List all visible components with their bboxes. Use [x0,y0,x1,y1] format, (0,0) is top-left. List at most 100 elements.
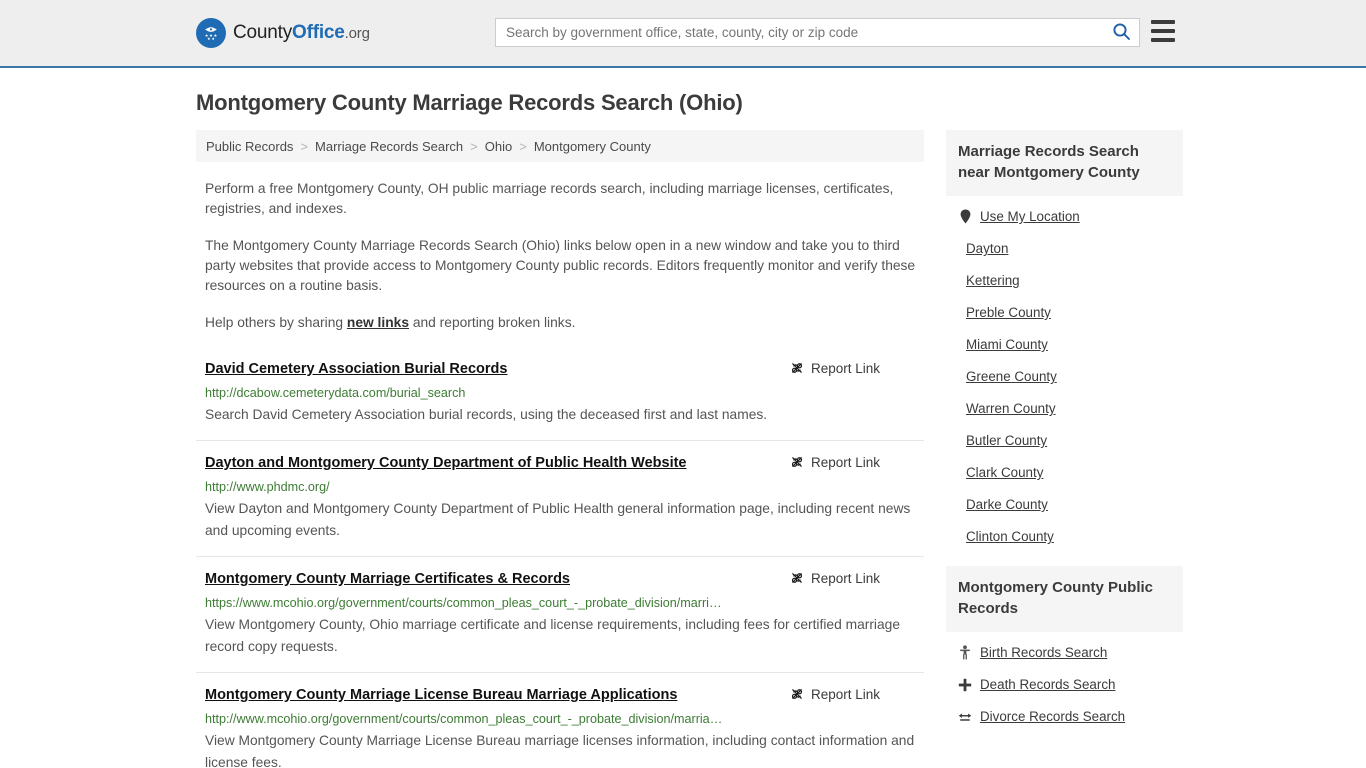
sidebar-card-nearby: Marriage Records Search near Montgomery … [946,130,1183,552]
broken-link-icon [790,570,804,586]
sidebar-list-item[interactable]: Kettering [946,264,1183,296]
result-item: Montgomery County Marriage Certificates … [196,556,924,672]
sidebar-list-item[interactable]: Death Records Search [946,668,1183,700]
cross-icon [958,678,972,692]
result-item: David Cemetery Association Burial Record… [196,355,924,440]
sidebar-list-item[interactable]: Darke County [946,488,1183,520]
report-link-button[interactable]: Report Link [790,686,915,702]
sidebar-list-item[interactable]: Preble County [946,296,1183,328]
sidebar-card-public-records-title: Montgomery County Public Records [946,566,1183,632]
search-icon [1112,22,1131,44]
sidebar: Marriage Records Search near Montgomery … [946,130,1183,732]
report-link-label: Report Link [810,570,880,586]
sidebar-card-nearby-list: Use My Location Dayton Kettering Preble Cou… [946,196,1183,552]
result-item: Montgomery County Marriage License Burea… [196,672,924,768]
result-description: View Dayton and Montgomery County Depart… [205,501,911,538]
breadcrumb: Public Records > Marriage Records Search > O… [196,130,924,162]
intro-paragraph-2: The Montgomery County Marriage Records S… [205,238,916,293]
hamburger-bar [1151,29,1175,33]
sidebar-list-item[interactable]: Greene County [946,360,1183,392]
result-description: Search David Cemetery Association burial… [205,407,768,422]
eagle-seal-icon [196,18,226,48]
result-header: David Cemetery Association Burial Record… [205,359,915,379]
result-title-link[interactable]: Dayton and Montgomery County Department … [205,453,687,473]
result-description: View Montgomery County Marriage License … [205,733,915,768]
intro-paragraph-1: Perform a free Montgomery County, OH pub… [205,181,894,216]
result-url: http://dcabow.cemeterydata.com/burial_se… [205,386,466,400]
result-header: Dayton and Montgomery County Department … [205,453,915,473]
intro-paragraph-3: Help others by sharing new links and rep… [196,313,924,333]
split-arrows-icon [958,711,972,723]
intro-text: Perform a free Montgomery County, OH pub… [196,179,924,333]
breadcrumb-item[interactable]: Marriage Records Search [315,139,463,154]
sidebar-list-item-link[interactable]: Clark County [966,465,1043,480]
sidebar-list-item[interactable]: Butler County [946,424,1183,456]
brand-part-office: Office [292,22,345,43]
sidebar-list-item-link[interactable]: Death Records Search [980,677,1115,692]
sidebar-list-item-link[interactable]: Butler County [966,433,1047,448]
results-list: David Cemetery Association Burial Record… [196,355,924,768]
sidebar-card-nearby-title: Marriage Records Search near Montgomery … [946,130,1183,196]
page-title: Montgomery County Marriage Records Searc… [196,90,743,115]
breadcrumb-item[interactable]: Public Records [206,139,293,154]
sidebar-list-item-link[interactable]: Miami County [966,337,1048,352]
sidebar-list-item[interactable]: Clark County [946,456,1183,488]
search-bar[interactable] [495,18,1140,47]
sidebar-list-item-link[interactable]: Warren County [966,401,1056,416]
sidebar-list-item[interactable]: Dayton [946,232,1183,264]
search-button[interactable] [1103,19,1139,46]
sidebar-list-item-link[interactable]: Preble County [966,305,1051,320]
report-link-label: Report Link [810,360,880,376]
new-links-link[interactable]: new links [347,315,409,330]
sidebar-list-item[interactable]: Use My Location [946,200,1183,232]
report-link-button[interactable]: Report Link [790,360,915,376]
breadcrumb-item: Montgomery County [533,138,651,154]
result-title-link[interactable]: David Cemetery Association Burial Record… [205,359,507,379]
brand-part-org: .org [344,25,370,42]
sidebar-list-item-link[interactable]: Kettering [966,273,1020,288]
broken-link-icon [790,686,804,702]
report-link-button[interactable]: Report Link [790,570,915,586]
search-input[interactable] [496,19,1103,46]
sidebar-list-item[interactable]: Birth Records Search [946,636,1183,668]
result-header: Montgomery County Marriage Certificates … [205,569,915,589]
report-link-label: Report Link [810,454,880,470]
sidebar-list-item-link[interactable]: Dayton [966,241,1008,256]
main-column: Public Records > Marriage Records Search > O… [196,130,924,768]
sidebar-list-item[interactable]: Divorce Records Search [946,700,1183,732]
site-logo[interactable]: CountyOffice.org [196,18,370,48]
sidebar-list-item-link[interactable]: Darke County [966,497,1048,512]
intro-p3-before: Help others by sharing [205,315,347,330]
hamburger-menu-icon[interactable] [1151,20,1175,42]
sidebar-list-item-link[interactable]: Greene County [966,369,1057,384]
sidebar-list-item[interactable]: Miami County [946,328,1183,360]
sidebar-card-public-records-list: Birth Records Search Death Records Search… [946,632,1183,732]
breadcrumb-item[interactable]: Ohio [485,139,512,154]
sidebar-list-item-link[interactable]: Divorce Records Search [980,709,1125,724]
sidebar-list-item-link[interactable]: Birth Records Search [980,645,1107,660]
page-container: Montgomery County Marriage Records Searc… [0,90,1366,768]
sidebar-list-item[interactable]: Warren County [946,392,1183,424]
sidebar-list-item-link[interactable]: Use My Location [980,209,1080,224]
broken-link-icon [790,454,804,470]
sidebar-list-item[interactable]: Clinton County [946,520,1183,552]
sidebar-list-item-link[interactable]: Clinton County [966,529,1054,544]
breadcrumb-separator: > [519,138,527,154]
sidebar-card-public-records: Montgomery County Public Records Birth R… [946,566,1183,732]
brand-part-county: County [233,22,293,43]
result-header: Montgomery County Marriage License Burea… [205,685,915,705]
hamburger-bar [1151,38,1175,42]
result-title-link[interactable]: Montgomery County Marriage License Burea… [205,685,677,705]
result-url: http://www.phdmc.org/ [205,480,330,494]
hamburger-bar [1151,20,1175,24]
breadcrumb-separator: > [470,138,478,154]
result-url: http://www.mcohio.org/government/courts/… [205,712,723,726]
report-link-button[interactable]: Report Link [790,454,915,470]
result-item: Dayton and Montgomery County Department … [196,440,924,556]
baby-icon [958,645,972,660]
intro-p3-after: and reporting broken links. [409,315,576,330]
report-link-label: Report Link [810,686,880,702]
result-description: View Montgomery County, Ohio marriage ce… [205,617,901,654]
result-title-link[interactable]: Montgomery County Marriage Certificates … [205,569,570,589]
